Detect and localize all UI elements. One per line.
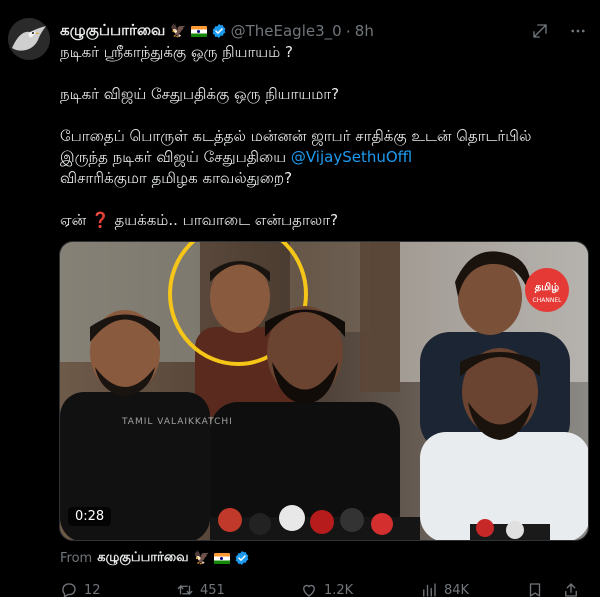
tweet-line-4a: ஏன் <box>60 211 87 229</box>
mention-link[interactable]: @VijaySethuOffl <box>291 148 412 166</box>
tweet[interactable]: கழுகுப்பார்வை 🦅 @TheEagle3_0 · 8h நடிகர்… <box>0 0 600 597</box>
author-name[interactable]: கழுகுப்பார்வை <box>60 21 165 41</box>
views-button[interactable]: 84K <box>420 581 469 597</box>
tweet-text: நடிகர் ஸ்ரீகாந்துக்கு ஒரு நியாயம் ? நடிக… <box>60 42 580 252</box>
eagle-emoji: 🦅 <box>193 550 210 566</box>
india-flag-icon <box>190 25 207 37</box>
from-label: From <box>60 550 93 566</box>
from-attribution: From கழுகுப்பார்வை 🦅 <box>60 549 250 567</box>
eagle-emoji: 🦅 <box>170 23 187 39</box>
tweet-paragraph-3: போதைப் பொருள் கடத்தல் மன்னன் ஜாபர் சாதிக… <box>60 126 580 189</box>
tweet-line-4b: தயக்கம்.. பாவாடை என்பதாலா? <box>114 211 339 229</box>
views-count: 84K <box>444 582 470 597</box>
grok-icon[interactable] <box>530 21 550 41</box>
eagle-avatar-image <box>8 18 50 60</box>
author-handle[interactable]: @TheEagle3_0 <box>231 22 342 40</box>
reply-button[interactable]: 12 <box>60 581 101 597</box>
retweet-icon <box>177 584 193 596</box>
tweet-time[interactable]: 8h <box>355 22 374 40</box>
from-name[interactable]: கழுகுப்பார்வை <box>97 550 188 566</box>
tweet-line-3b: விசாரிக்குமா தமிழக காவல்துறை? <box>60 169 293 187</box>
tweet-header: கழுகுப்பார்வை 🦅 @TheEagle3_0 · 8h <box>60 18 588 44</box>
like-button[interactable]: 1.2K <box>300 581 353 597</box>
video-watermark: TAMIL VALAIKKATCHI <box>121 417 233 427</box>
india-flag-icon <box>213 552 230 564</box>
video-player[interactable]: தமிழ் CHANNEL TAMIL VALAIKKATCHI <box>59 241 589 541</box>
video-frame: தமிழ் CHANNEL TAMIL VALAIKKATCHI <box>60 242 588 540</box>
header-actions <box>530 21 588 41</box>
separator-dot: · <box>345 21 351 41</box>
video-timestamp: 0:28 <box>68 507 112 526</box>
share-icon <box>565 583 577 597</box>
tweet-line-1: நடிகர் ஸ்ரீகாந்துக்கு ஒரு நியாயம் ? <box>60 43 293 61</box>
bookmark-button[interactable] <box>526 581 544 597</box>
svg-text:தமிழ்: தமிழ் <box>535 281 559 293</box>
retweet-count: 451 <box>200 582 225 597</box>
reply-count: 12 <box>84 582 101 597</box>
channel-logo: தமிழ் CHANNEL <box>525 268 569 312</box>
views-icon <box>423 583 436 597</box>
share-button[interactable] <box>562 581 580 597</box>
more-icon[interactable] <box>568 21 588 41</box>
question-emoji: ❓ <box>91 211 110 229</box>
action-bar: 12 451 1.2K 84K <box>60 580 580 597</box>
bookmark-icon <box>529 583 541 597</box>
tweet-line-2: நடிகர் விஜய் சேதுபதிக்கு ஒரு நியாயமா? <box>60 85 340 103</box>
avatar[interactable] <box>8 18 50 60</box>
verified-badge-icon[interactable] <box>211 23 227 39</box>
svg-text:CHANNEL: CHANNEL <box>533 297 563 304</box>
like-icon <box>303 584 315 597</box>
tweet-paragraph-4: ஏன் ❓ தயக்கம்.. பாவாடை என்பதாலா? <box>60 210 580 231</box>
reply-icon <box>62 583 76 597</box>
like-count: 1.2K <box>324 582 354 597</box>
verified-badge-icon <box>235 551 249 565</box>
retweet-button[interactable]: 451 <box>176 581 225 597</box>
